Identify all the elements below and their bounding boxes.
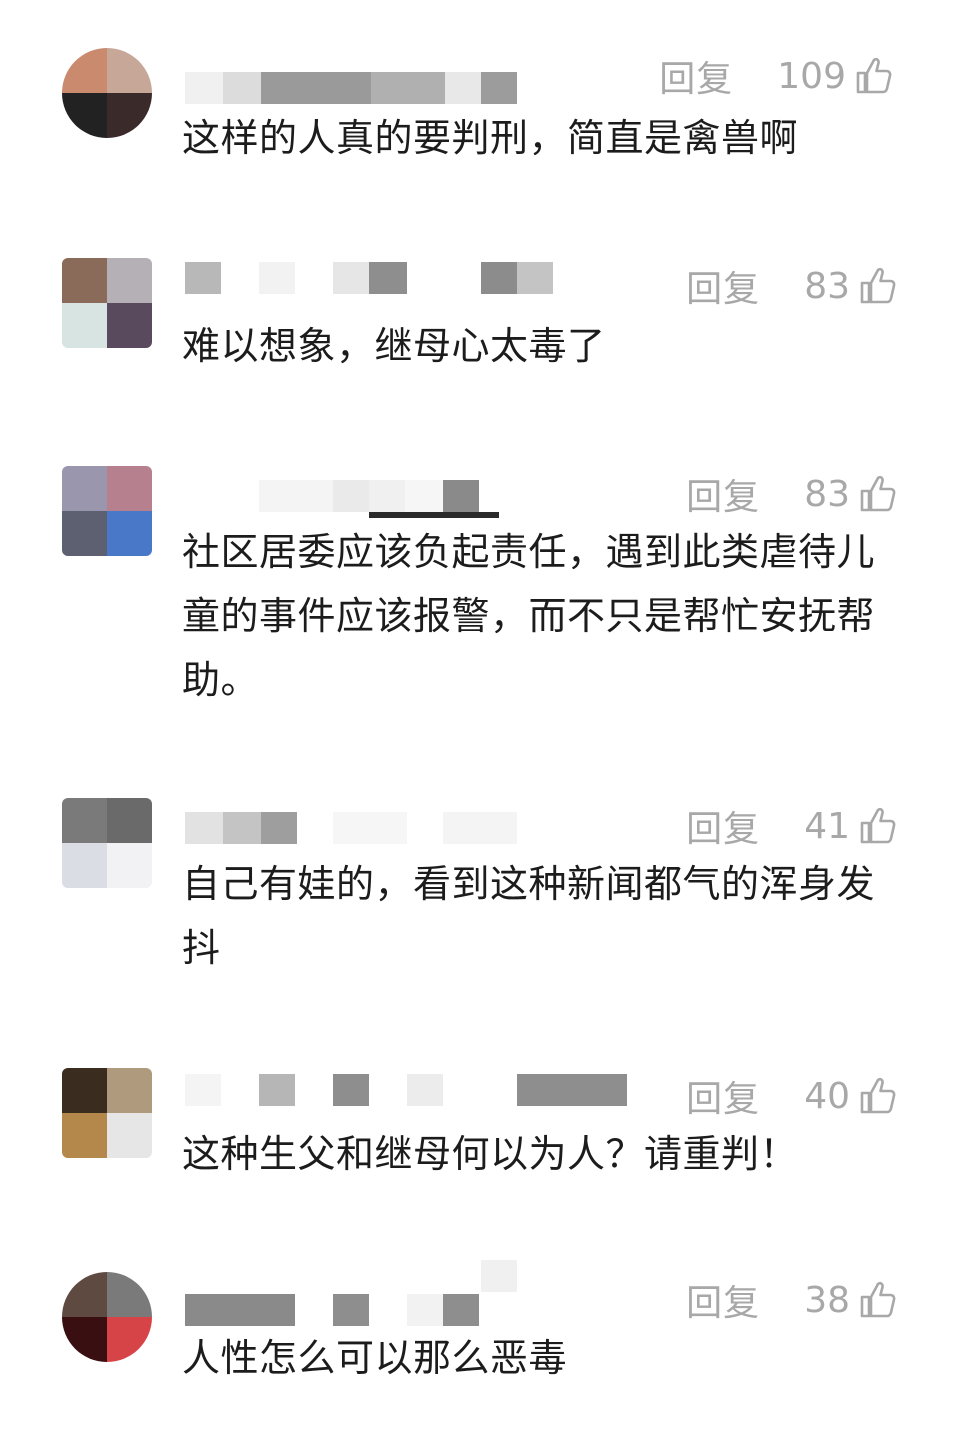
reply-button[interactable]: 回复 xyxy=(686,468,760,520)
avatar-mosaic-tile xyxy=(107,843,152,888)
reply-button[interactable]: 回复 xyxy=(686,260,760,312)
comment-text: 社区居委应该负起责任，遇到此类虐待儿童的事件应该报警，而不只是帮忙安抚帮助。 xyxy=(182,530,876,702)
avatar-mosaic-tile xyxy=(62,1113,107,1158)
avatar-mosaic-tile xyxy=(107,258,152,303)
avatar-mosaic-tile xyxy=(107,48,152,93)
avatar-mosaic-tile xyxy=(62,843,107,888)
avatar-mosaic-tile xyxy=(62,511,107,556)
comment-actions: 回复 83 xyxy=(686,260,898,312)
avatar-mosaic-tile xyxy=(62,1068,107,1113)
avatar-mosaic-tile xyxy=(62,466,107,511)
thumbs-up-icon[interactable] xyxy=(858,266,898,306)
like-count: 83 xyxy=(804,265,850,307)
like-count: 83 xyxy=(804,473,850,515)
comment-actions: 回复 83 xyxy=(686,468,898,520)
comment-actions: 回复 38 xyxy=(686,1274,898,1326)
comment-actions: 回复 109 xyxy=(659,50,894,102)
avatar-mosaic-tile xyxy=(107,303,152,348)
comment-text: 难以想象，继母心太毒了 xyxy=(182,324,606,368)
comment-feed: 回复 109 这样的人真的要判刑，简直是禽兽啊 回复 83 难以想象，继母心太毒… xyxy=(0,0,960,1455)
avatar-mosaic-tile xyxy=(107,798,152,843)
username-mosaic[interactable] xyxy=(185,72,565,106)
avatar-mosaic-tile xyxy=(62,303,107,348)
avatar-mosaic-tile xyxy=(107,1317,152,1362)
reply-button[interactable]: 回复 xyxy=(686,1274,760,1326)
reply-button[interactable]: 回复 xyxy=(686,800,760,852)
thumbs-up-icon[interactable] xyxy=(858,474,898,514)
comment-item: 回复 41 自己有娃的，看到这种新闻都气的浑身发抖 xyxy=(0,798,960,998)
avatar[interactable] xyxy=(62,1068,152,1158)
avatar-mosaic-tile xyxy=(107,511,152,556)
thumbs-up-icon[interactable] xyxy=(858,1280,898,1320)
avatar-mosaic-tile xyxy=(62,93,107,138)
avatar-mosaic-tile xyxy=(62,798,107,843)
like-count: 38 xyxy=(804,1279,850,1321)
reply-button[interactable]: 回复 xyxy=(686,1070,760,1122)
avatar-mosaic-tile xyxy=(107,466,152,511)
avatar[interactable] xyxy=(62,48,152,138)
like-count: 109 xyxy=(777,55,846,97)
avatar-mosaic-tile xyxy=(62,1272,107,1317)
avatar-mosaic-tile xyxy=(62,48,107,93)
avatar[interactable] xyxy=(62,466,152,556)
username-mosaic[interactable] xyxy=(185,812,565,846)
username-mosaic[interactable] xyxy=(185,1260,565,1328)
username-mosaic[interactable] xyxy=(185,1074,627,1108)
comment-text: 人性怎么可以那么恶毒 xyxy=(182,1336,568,1380)
username-mosaic[interactable] xyxy=(185,262,565,296)
thumbs-up-icon[interactable] xyxy=(858,806,898,846)
like-count: 40 xyxy=(804,1075,850,1117)
thumbs-up-icon[interactable] xyxy=(854,56,894,96)
comment-item: 回复 83 难以想象，继母心太毒了 xyxy=(0,258,960,398)
comment-text: 这种生父和继母何以为人？请重判！ xyxy=(182,1132,799,1176)
avatar-mosaic-tile xyxy=(107,1272,152,1317)
comment-item: 回复 38 人性怎么可以那么恶毒 xyxy=(0,1260,960,1412)
reply-button[interactable]: 回复 xyxy=(659,50,733,102)
avatar-mosaic-tile xyxy=(107,1068,152,1113)
avatar-mosaic-tile xyxy=(62,258,107,303)
comment-actions: 回复 41 xyxy=(686,800,898,852)
avatar[interactable] xyxy=(62,258,152,348)
comment-text: 这样的人真的要判刑，简直是禽兽啊 xyxy=(182,116,799,160)
comment-item: 回复 109 这样的人真的要判刑，简直是禽兽啊 xyxy=(0,48,960,218)
avatar-mosaic-tile xyxy=(62,1317,107,1362)
avatar-mosaic-tile xyxy=(107,93,152,138)
avatar[interactable] xyxy=(62,1272,152,1362)
comment-item: 回复 40 这种生父和继母何以为人？请重判！ xyxy=(0,1068,960,1208)
comment-text: 自己有娃的，看到这种新闻都气的浑身发抖 xyxy=(182,862,876,970)
thumbs-up-icon[interactable] xyxy=(858,1076,898,1116)
comment-actions: 回复 40 xyxy=(686,1070,898,1122)
avatar-mosaic-tile xyxy=(107,1113,152,1158)
like-count: 41 xyxy=(804,805,850,847)
username-mosaic[interactable] xyxy=(185,480,565,518)
avatar[interactable] xyxy=(62,798,152,888)
comment-item: 回复 83 社区居委应该负起责任，遇到此类虐待儿童的事件应该报警，而不只是帮忙安… xyxy=(0,466,960,726)
